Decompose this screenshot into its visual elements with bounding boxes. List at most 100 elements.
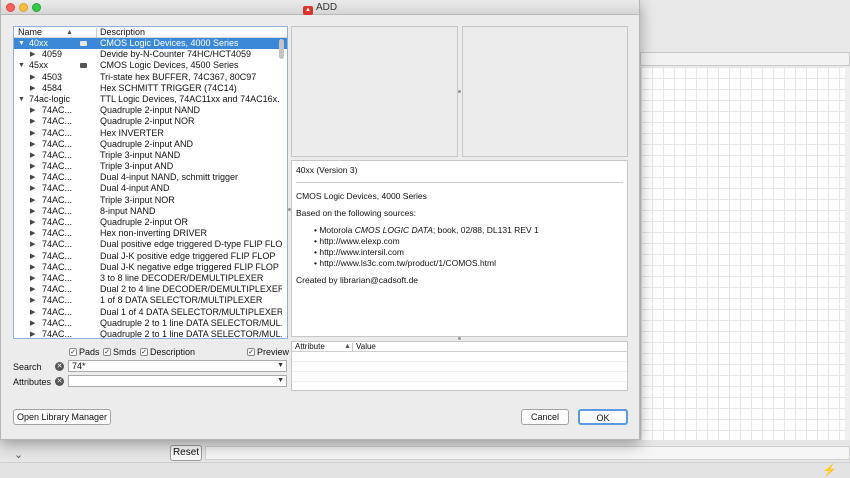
device-row[interactable]: ▶ 74AC... Dual 1 of 4 DATA SELECTOR/MULTIP… (14, 307, 287, 318)
library-icon (80, 41, 87, 46)
expand-right-icon[interactable]: ▶ (30, 139, 35, 150)
expand-right-icon[interactable]: ▶ (30, 251, 35, 262)
device-row[interactable]: ▶ 74AC... Dual positive edge triggered D-t… (14, 239, 287, 250)
source-item[interactable]: http://www.elexp.com (314, 236, 623, 247)
source-item[interactable]: http://www.intersil.com (314, 247, 623, 258)
expand-right-icon[interactable]: ▶ (30, 105, 35, 116)
expand-right-icon[interactable]: ▶ (30, 150, 35, 161)
expand-right-icon[interactable]: ▶ (30, 116, 35, 127)
expand-right-icon[interactable]: ▶ (30, 307, 35, 318)
expand-right-icon[interactable]: ▶ (30, 72, 35, 83)
device-row[interactable]: ▶ 4584 Hex SCHMITT TRIGGER (74C14) (14, 83, 287, 94)
device-row[interactable]: ▶ 74AC... Dual J-K positive edge triggered… (14, 251, 287, 262)
expand-right-icon[interactable]: ▶ (30, 206, 35, 217)
expand-right-icon[interactable]: ▶ (30, 161, 35, 172)
created-by: Created by librarian@cadsoft.de (296, 275, 419, 285)
expand-right-icon[interactable]: ▶ (30, 318, 35, 329)
column-header-description[interactable]: Description (100, 27, 145, 38)
smds-checkbox[interactable]: ✓ (103, 348, 111, 356)
column-header-value[interactable]: Value (356, 342, 376, 352)
attributes-input[interactable]: ▼ (68, 375, 287, 387)
splitter-handle[interactable] (458, 337, 461, 340)
canvas-scrollbar[interactable] (845, 67, 850, 457)
column-header-name[interactable]: Name (18, 27, 42, 38)
expand-right-icon[interactable]: ▶ (30, 239, 35, 250)
row-description: Dual J-K negative edge triggered FLIP FL… (100, 261, 279, 272)
clear-attributes-icon[interactable]: ✕ (55, 377, 64, 386)
expand-down-icon[interactable]: ▼ (18, 94, 25, 105)
symbol-preview-pane (291, 26, 458, 157)
chevron-down-icon[interactable]: ▼ (277, 376, 284, 386)
expand-right-icon[interactable]: ▶ (30, 128, 35, 139)
row-name: 40xx (29, 38, 49, 48)
device-row[interactable]: ▶ 74AC... 8-input NAND (14, 206, 287, 217)
expand-right-icon[interactable]: ▶ (30, 273, 35, 284)
device-row[interactable]: ▶ 74AC... Quadruple 2 to 1 line DATA SELEC… (14, 328, 287, 339)
expand-right-icon[interactable]: ▶ (30, 195, 35, 206)
library-tree[interactable]: Name ▲ Description ▼ 40xx CMOS Logic Devic… (13, 26, 288, 339)
cancel-button[interactable]: Cancel (521, 409, 569, 425)
device-row[interactable]: ▶ 74AC... Quadruple 2-input AND (14, 139, 287, 150)
close-window-button[interactable] (6, 3, 15, 12)
expand-right-icon[interactable]: ▶ (30, 284, 35, 295)
expand-right-icon[interactable]: ▶ (30, 262, 35, 273)
divider (296, 182, 623, 183)
row-description: CMOS Logic Devices, 4500 Series (100, 60, 239, 71)
row-description: Quadruple 2-input AND (100, 138, 194, 149)
tree-rows: ▼ 40xx CMOS Logic Devices, 4000 Series ▶ 405… (14, 38, 287, 339)
attribute-table[interactable]: Attribute ▲ Value (291, 341, 628, 391)
expand-down-icon[interactable]: ▼ (18, 38, 25, 49)
expand-right-icon[interactable]: ▶ (30, 217, 35, 228)
device-row[interactable]: ▶ 74AC... Dual 4-input NAND, schmitt trigg… (14, 172, 287, 183)
tree-scrollbar-thumb[interactable] (279, 39, 284, 59)
expand-right-icon[interactable]: ▶ (30, 83, 35, 94)
preview-checkbox[interactable]: ✓ (247, 348, 255, 356)
search-input[interactable]: 74* ▼ (68, 360, 287, 372)
lightning-icon[interactable]: ⚡ (822, 463, 837, 477)
expand-right-icon[interactable]: ▶ (30, 183, 35, 194)
splitter-handle[interactable] (458, 90, 461, 93)
clear-search-icon[interactable]: ✕ (55, 362, 64, 371)
zoom-window-button[interactable] (32, 3, 41, 12)
expand-right-icon[interactable]: ▶ (30, 49, 35, 60)
device-row[interactable]: ▶ 74AC... Quadruple 2-input OR (14, 217, 287, 228)
command-line-input[interactable] (205, 446, 850, 460)
device-row[interactable]: ▶ 74AC... Quadruple 2-input NOR (14, 116, 287, 127)
device-row[interactable]: ▶ 74AC... Dual 2 to 4 line DECODER/DEMULTI… (14, 284, 287, 295)
device-row[interactable]: ▶ 74AC... Triple 3-input AND (14, 161, 287, 172)
device-row[interactable]: ▶ 74AC... 1 of 8 DATA SELECTOR/MULTIPLEXER (14, 295, 287, 306)
expand-right-icon[interactable]: ▶ (30, 295, 35, 306)
row-name: 74AC... (42, 328, 73, 339)
reset-button[interactable]: Reset (170, 445, 202, 461)
schematic-canvas[interactable] (640, 67, 845, 457)
minimize-window-button[interactable] (19, 3, 28, 12)
device-row[interactable]: ▶ 4059 Devide by-N-Counter 74HC/HCT4059 (14, 49, 287, 60)
column-header-attribute[interactable]: Attribute (295, 342, 325, 352)
device-row[interactable]: ▶ 74AC... Quadruple 2-input NAND (14, 105, 287, 116)
library-row[interactable]: ▼ 40xx CMOS Logic Devices, 4000 Series (14, 38, 287, 50)
open-library-manager-button[interactable]: Open Library Manager (13, 409, 111, 425)
ok-button[interactable]: OK (578, 409, 628, 425)
device-row[interactable]: ▶ 74AC... Triple 3-input NAND (14, 150, 287, 161)
device-row[interactable]: ▶ 74AC... Quadruple 2 to 1 line DATA SELEC… (14, 318, 287, 329)
device-row[interactable]: ▶ 74AC... Hex INVERTER (14, 128, 287, 139)
row-description: Dual 2 to 4 line DECODER/DEMULTIPLEXER (100, 284, 282, 295)
expand-chevrons-icon[interactable]: ⌄ (14, 449, 28, 461)
device-row[interactable]: ▶ 74AC... Dual J-K negative edge triggered… (14, 262, 287, 273)
expand-right-icon[interactable]: ▶ (30, 172, 35, 183)
row-description: 8-input NAND (100, 205, 156, 216)
device-row[interactable]: ▶ 74AC... Triple 3-input NOR (14, 195, 287, 206)
library-row[interactable]: ▼ 74ac-logic TTL Logic Devices, 74AC11xx a… (14, 94, 287, 105)
pads-checkbox[interactable]: ✓ (69, 348, 77, 356)
expand-right-icon[interactable]: ▶ (30, 329, 35, 338)
device-row[interactable]: ▶ 74AC... 3 to 8 line DECODER/DEMULTIPLEXE… (14, 273, 287, 284)
source-item[interactable]: http://www.ls3c.com.tw/product/1/COMOS.h… (314, 258, 623, 269)
description-checkbox[interactable]: ✓ (140, 348, 148, 356)
library-row[interactable]: ▼ 45xx CMOS Logic Devices, 4500 Series (14, 60, 287, 71)
device-row[interactable]: ▶ 4503 Tri-state hex BUFFER, 74C367, 80C97 (14, 72, 287, 83)
device-row[interactable]: ▶ 74AC... Dual 4-input AND (14, 183, 287, 194)
device-row[interactable]: ▶ 74AC... Hex non-inverting DRIVER (14, 228, 287, 239)
chevron-down-icon[interactable]: ▼ (277, 361, 284, 371)
expand-right-icon[interactable]: ▶ (30, 228, 35, 239)
expand-down-icon[interactable]: ▼ (18, 60, 25, 71)
